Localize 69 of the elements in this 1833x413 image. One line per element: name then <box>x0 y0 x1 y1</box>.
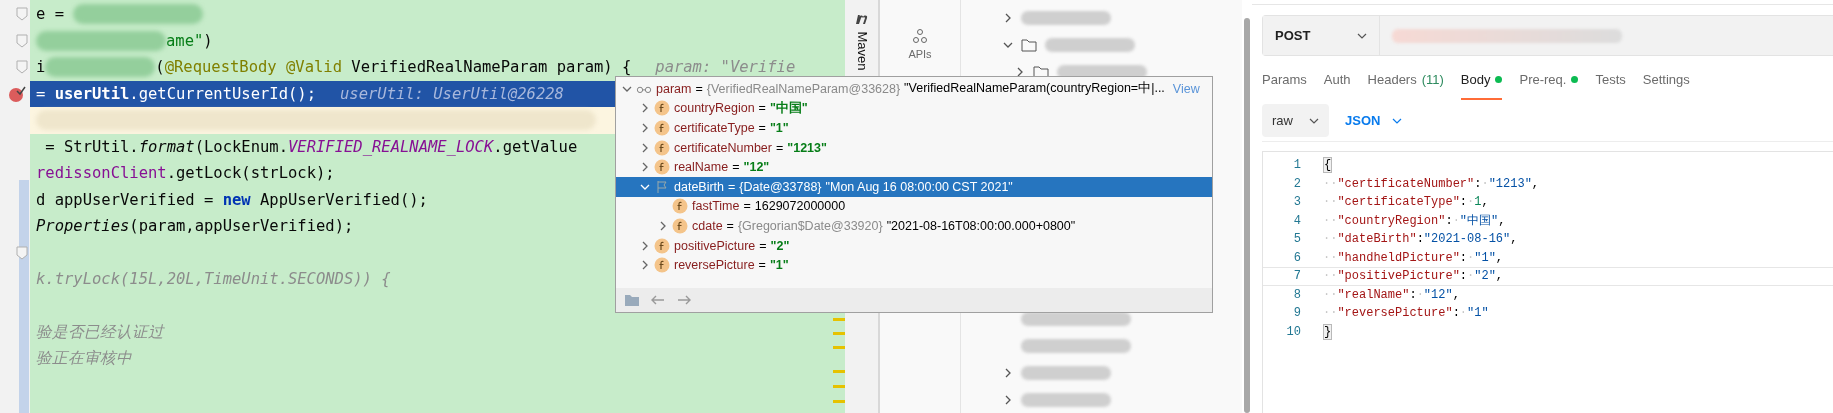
request-tab[interactable]: Settings <box>1642 72 1690 100</box>
json-line: 4 ··"countryRegion":·"中国", <box>1292 212 1507 230</box>
chevron-right-icon[interactable] <box>640 260 650 271</box>
chevron-right-icon[interactable] <box>658 220 668 231</box>
fold-icon[interactable] <box>16 7 28 22</box>
code-line: redissonClient.getLock(strLock); <box>35 163 335 185</box>
scrollbar-thumb[interactable] <box>1244 18 1250 413</box>
chevron-right-icon[interactable] <box>640 103 650 114</box>
breakpoint-icon[interactable] <box>8 84 26 103</box>
json-line: 9 ··"reversePicture":·"1" <box>1292 305 1490 323</box>
fold-icon[interactable] <box>16 245 28 260</box>
chevron-right-icon[interactable] <box>640 162 650 173</box>
blurred-text[interactable] <box>1021 365 1111 380</box>
chevron-right-icon[interactable] <box>1015 66 1025 77</box>
code-line: e = <box>30 1 204 28</box>
code-line: Properties(param,appUserVerified); <box>35 216 354 238</box>
fold-icon[interactable] <box>16 60 28 75</box>
json-line: 6 ··"handheldPicture":·"1", <box>1292 249 1505 267</box>
code-line: k.tryLock(15L,20L,TimeUnit.SECONDS)) { <box>35 269 391 291</box>
maven-icon[interactable] <box>853 12 870 26</box>
body-mode-select[interactable]: raw <box>1262 104 1329 137</box>
variable-row[interactable]: certificateNumber = "1213" <box>616 137 1212 158</box>
maven-tab[interactable]: Maven <box>853 29 870 73</box>
sidebar-label[interactable]: APIs <box>908 48 932 60</box>
variable-row[interactable]: dateBirth = {Date@33788} "Mon Aug 16 08:00:00 CST 2021" <box>616 176 1212 197</box>
blurred-text[interactable] <box>1021 392 1111 407</box>
variable-row[interactable]: reversePicture = "1" <box>616 255 1212 275</box>
code-line: ame") <box>30 27 213 54</box>
variable-row[interactable]: fastTime = 1629072000000 <box>616 196 1212 217</box>
language-select[interactable]: JSON <box>1339 112 1409 129</box>
variable-row[interactable]: param = {VerifiedRealNameParam@33628} "VerifiedRealNameParam(countryRegion=中|... View <box>616 79 1212 99</box>
json-line: 10 } <box>1285 322 1334 341</box>
variable-row[interactable]: certificateType = "1" <box>616 118 1212 138</box>
code-line: = StrUtil.format(LockEnum.VERIFIED_REALNAME_LOCK.getValue <box>44 136 578 158</box>
chevron-right-icon[interactable] <box>640 240 650 251</box>
blurred-text[interactable] <box>1021 338 1131 353</box>
json-line: 3 ··"certificateType":·1, <box>1292 194 1490 212</box>
request-tab[interactable]: Params <box>1262 72 1307 100</box>
back-arrow-icon[interactable] <box>650 293 666 307</box>
variable-row[interactable]: cdate = {Gregorian$Date@33920} "2021-08-16T08:00:00.000+0800" <box>616 216 1212 236</box>
chevron-right-icon[interactable] <box>1003 12 1013 23</box>
code-line: d appUserVerified = new AppUserVerified(); <box>35 189 428 211</box>
json-line: 2 ··"certificateNumber":·"1213", <box>1292 175 1541 193</box>
apis-icon[interactable] <box>912 28 928 44</box>
chevron-right-icon[interactable] <box>1003 367 1013 378</box>
json-line: 5 ··"dateBirth":"2021-08-16", <box>1292 231 1519 249</box>
chevron-right-icon[interactable] <box>1003 394 1013 405</box>
forward-arrow-icon[interactable] <box>676 293 692 307</box>
code-line: 验正在审核中 <box>35 348 132 370</box>
request-tab[interactable]: Body <box>1460 72 1503 100</box>
folder-icon <box>1021 37 1037 52</box>
blurred-text[interactable] <box>1021 10 1111 25</box>
request-tab[interactable]: Headers (11) <box>1367 72 1444 100</box>
folder-icon[interactable] <box>624 293 640 307</box>
variable-row[interactable]: realName = "12" <box>616 157 1212 177</box>
variable-row[interactable]: countryRegion = "中国" <box>616 98 1212 119</box>
request-tab[interactable]: Pre-req. <box>1519 72 1579 100</box>
fold-icon[interactable] <box>16 33 28 48</box>
code-line: i (@RequestBody @Valid VerifiedRealNameParam param) { param: "Verifie <box>35 56 796 80</box>
chevron-right-icon[interactable] <box>640 123 650 133</box>
chevron-right-icon[interactable] <box>640 142 650 153</box>
request-tab[interactable]: Tests <box>1595 72 1626 100</box>
variable-row[interactable]: positivePicture = "2" <box>616 235 1212 256</box>
json-line: 7 ··"positivePicture":·"2", <box>1263 267 1833 286</box>
json-line: 1 { <box>1292 156 1334 175</box>
json-line: 8 ··"realName":·"12", <box>1292 286 1461 304</box>
blurred-text[interactable] <box>1045 37 1135 52</box>
request-tab[interactable]: Auth <box>1323 72 1351 100</box>
code-line: 验是否已经认证过 <box>35 321 164 343</box>
